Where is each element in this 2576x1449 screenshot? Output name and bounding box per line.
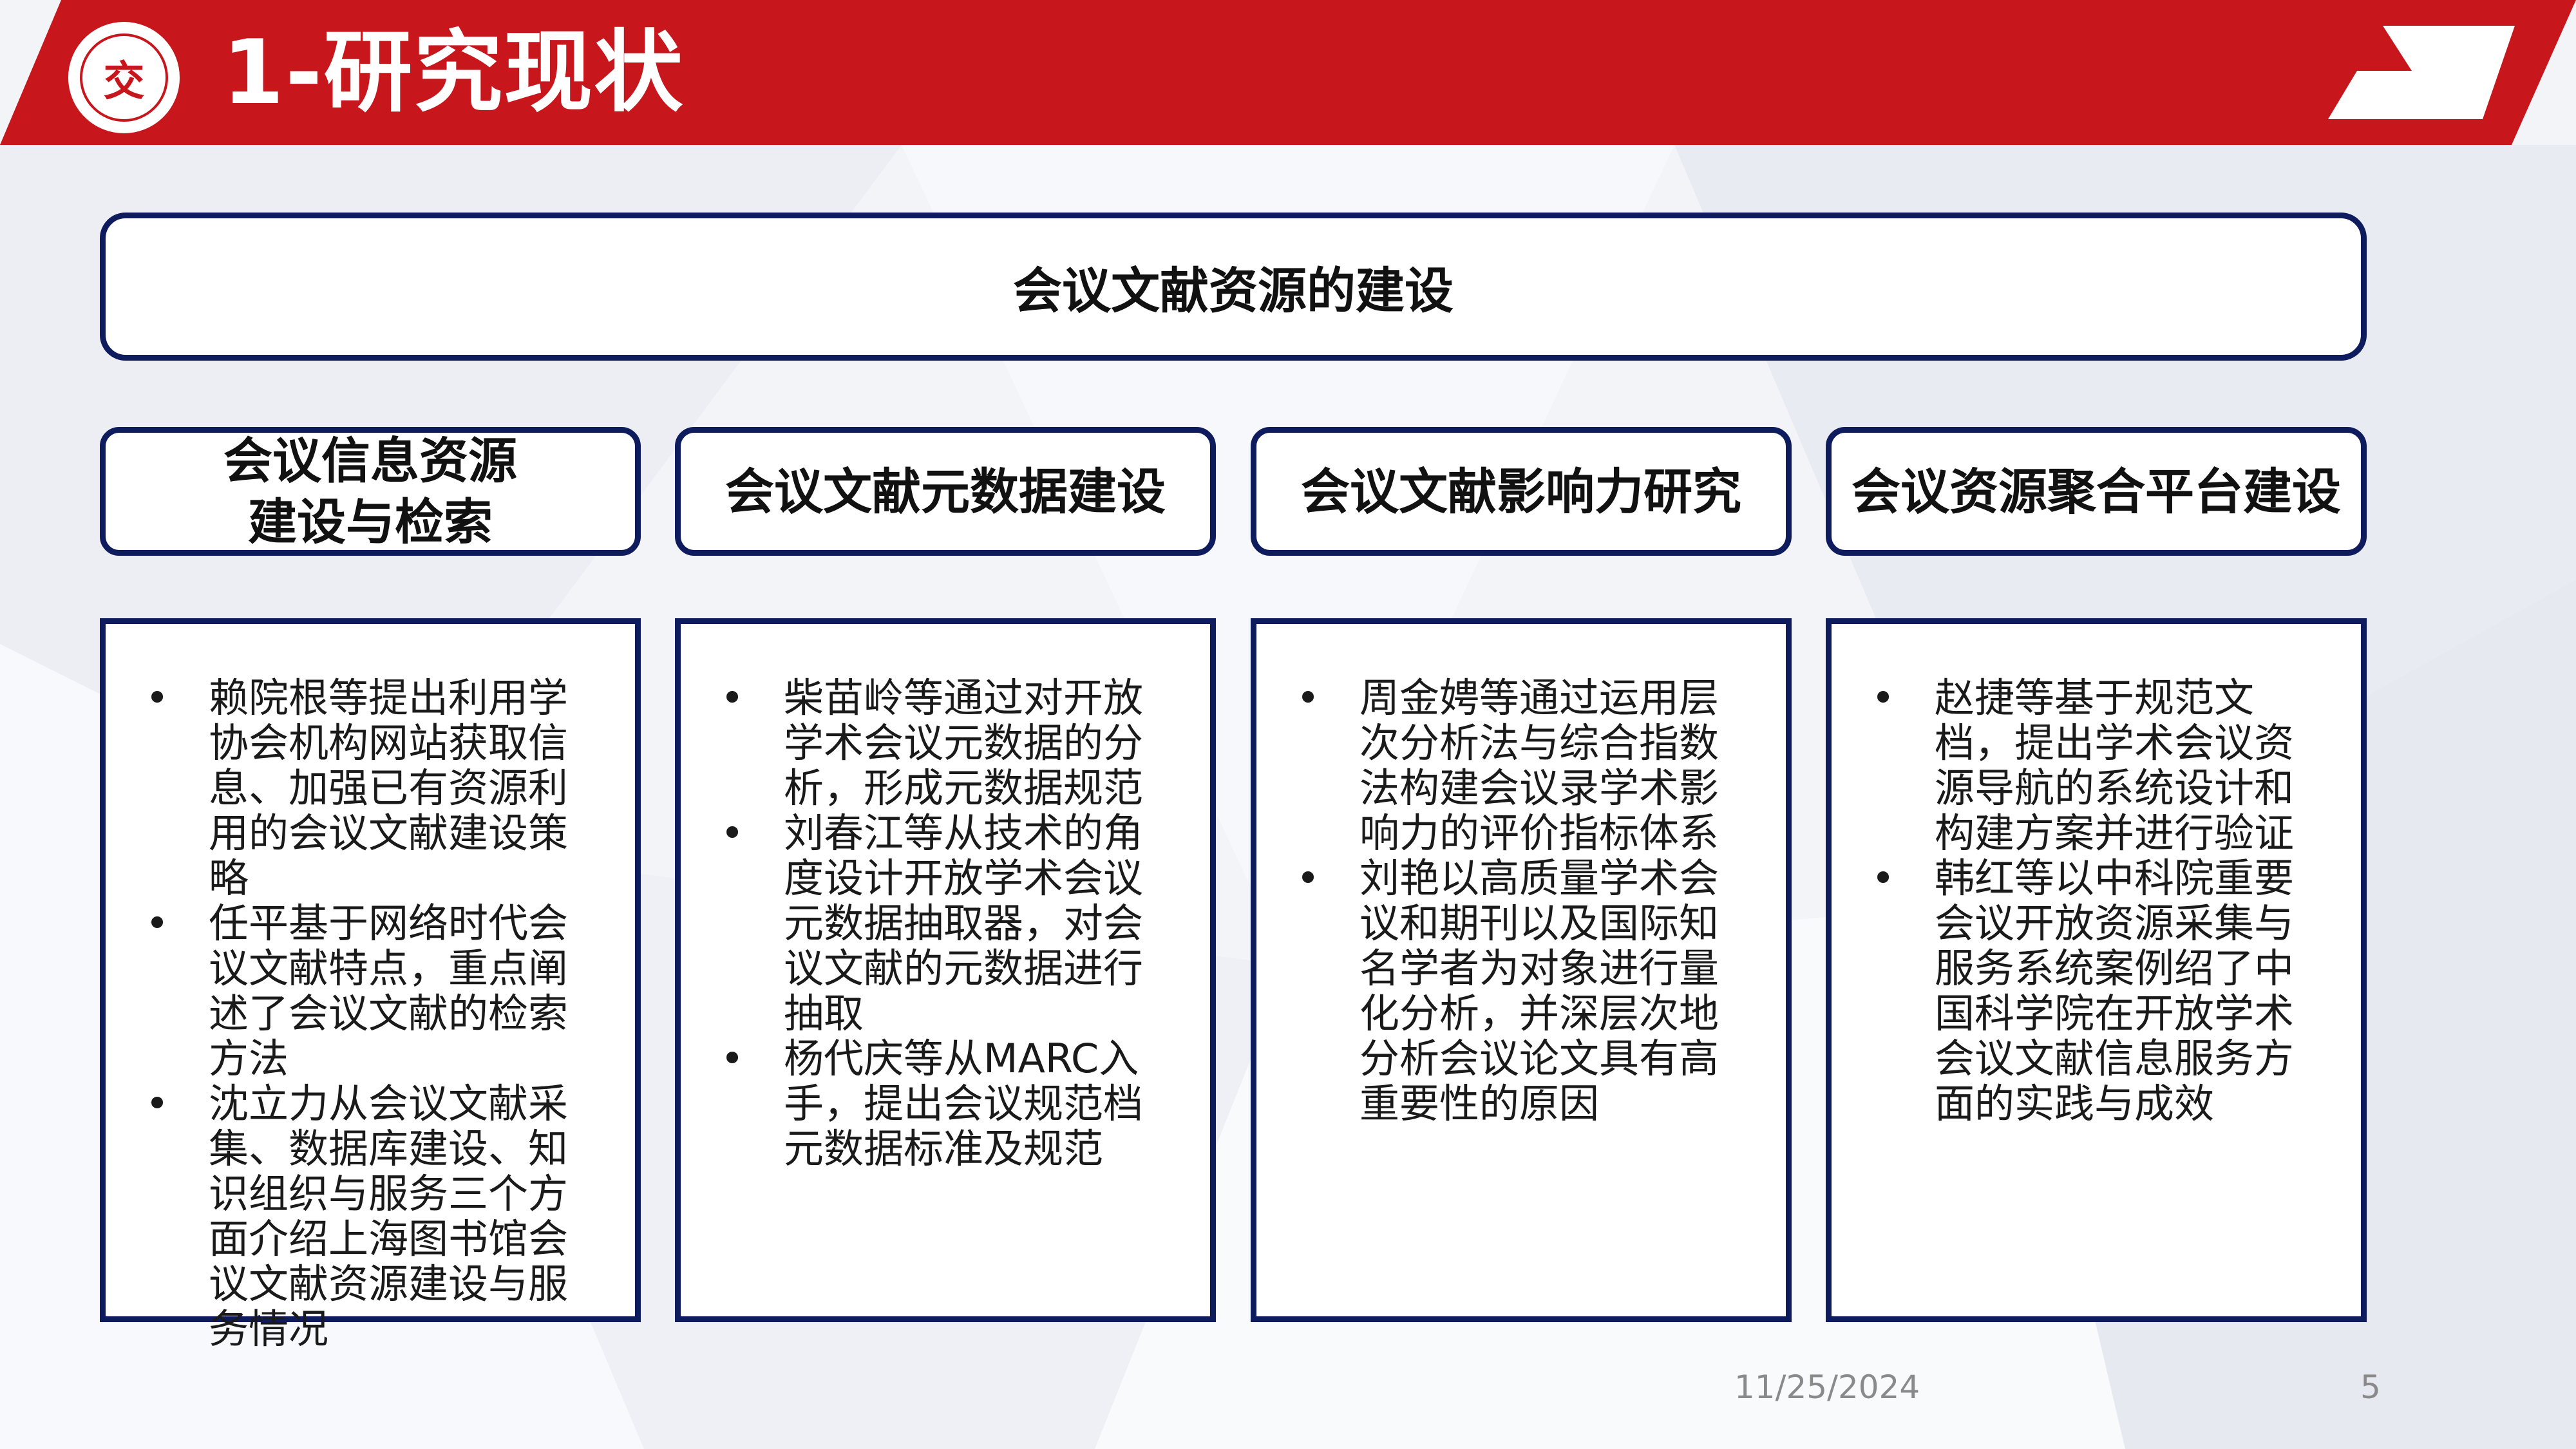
main-topic-box: 会议文献资源的建设 — [100, 213, 2367, 361]
university-logo: 交 — [64, 18, 184, 137]
column-heading-box-4: 会议资源聚合平台建设 — [1826, 427, 2367, 556]
column-heading-1: 会议信息资源 建设与检索 — [223, 432, 517, 551]
bullet-list-2: • 柴苗岭等通过对开放学术会议元数据的分析，形成元数据规范 • 刘春江等从技术的角度… — [719, 676, 1178, 1171]
list-item: • 刘春江等从技术的角度设计开放学术会议元数据抽取器，对会议文献的元数据进行抽取 — [720, 810, 1144, 1037]
column-heading-box-1: 会议信息资源 建设与检索 — [100, 427, 641, 556]
column-heading-4: 会议资源聚合平台建设 — [1852, 462, 2341, 520]
list-item: • 任平基于网络时代会议文献特点，重点阐述了会议文献的检索方法 — [145, 900, 569, 1082]
list-item: • 周金娉等通过运用层次分析法与综合指数法构建会议录学术影响力的评价指标体系 — [1296, 674, 1719, 857]
column-body-4: • 赵捷等基于规范文档，提出学术会议资源导航的系统设计和构建方案并进行验证 • 韩红… — [1826, 618, 2367, 1322]
list-item: • 沈立力从会议文献采集、数据库建设、知识组织与服务三个方面介绍上海图书馆会议文献… — [145, 1080, 569, 1352]
list-item: • 刘艳以高质量学术会议和期刊以及国际知名学者为对象进行量化分析，并深层次地分析会… — [1296, 855, 1719, 1127]
column-body-3: • 周金娉等通过运用层次分析法与综合指数法构建会议录学术影响力的评价指标体系 • 刘… — [1251, 618, 1792, 1322]
column-body-1: • 赖院根等提出利用学协会机构网站获取信息、加强已有资源利用的会议文献建设策略 •… — [100, 618, 641, 1352]
footer-date: 11/25/2024 — [1734, 1368, 1920, 1406]
column-heading-3: 会议文献影响力研究 — [1301, 462, 1741, 520]
bullet-list-1: • 赖院根等提出利用学协会机构网站获取信息、加强已有资源利用的会议文献建设策略 •… — [144, 676, 603, 1352]
column-body-2: • 柴苗岭等通过对开放学术会议元数据的分析，形成元数据规范 • 刘春江等从技术的角度… — [675, 618, 1216, 1322]
list-item: • 韩红等以中科院重要会议开放资源采集与服务系统案例绍了中国科学院在开放学术会议文… — [1871, 855, 2295, 1127]
bullet-list-4: • 赵捷等基于规范文档，提出学术会议资源导航的系统设计和构建方案并进行验证 • 韩红… — [1870, 676, 2329, 1126]
list-item: • 赵捷等基于规范文档，提出学术会议资源导航的系统设计和构建方案并进行验证 — [1871, 674, 2295, 857]
list-item: • 柴苗岭等通过对开放学术会议元数据的分析，形成元数据规范 — [720, 674, 1144, 811]
column-heading-box-2: 会议文献元数据建设 — [675, 427, 1216, 556]
logo-glyph: 交 — [103, 57, 145, 106]
list-item: • 杨代庆等从MARC入手，提出会议规范档元数据标准及规范 — [720, 1035, 1144, 1172]
page-title: 1-研究现状 — [222, 21, 685, 124]
column-heading-2: 会议文献元数据建设 — [725, 462, 1166, 520]
page-number: 5 — [2360, 1368, 2381, 1406]
column-heading-box-3: 会议文献影响力研究 — [1251, 427, 1792, 556]
list-item: • 赖院根等提出利用学协会机构网站获取信息、加强已有资源利用的会议文献建设策略 — [145, 674, 569, 902]
bullet-list-3: • 周金娉等通过运用层次分析法与综合指数法构建会议录学术影响力的评价指标体系 • 刘… — [1295, 676, 1754, 1126]
logo-emblem: 交 — [80, 33, 168, 122]
main-topic-label: 会议文献资源的建设 — [1013, 262, 1454, 319]
